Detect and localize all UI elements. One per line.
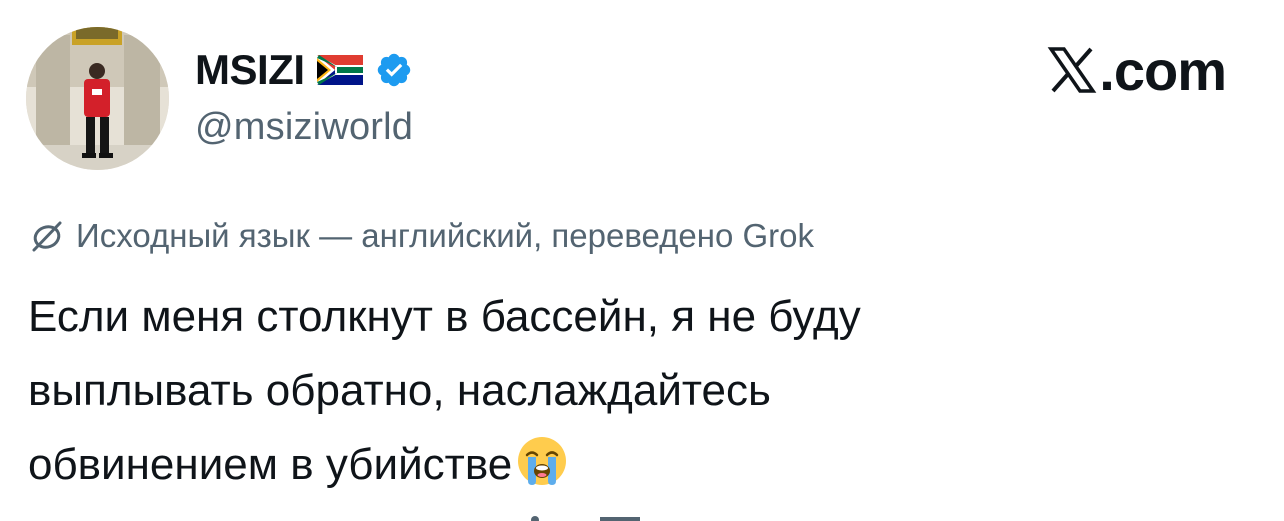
south-africa-flag-icon [316, 55, 363, 85]
author-handle[interactable]: @msiziworld [195, 106, 413, 149]
tweet-line-3-text: обвинением в убийстве [28, 440, 513, 489]
x-logo-icon [1047, 46, 1097, 94]
translate-icon [30, 219, 64, 253]
brand-domain: .com [1099, 38, 1227, 102]
brand-logo: .com [1047, 38, 1227, 102]
avatar[interactable] [26, 27, 169, 170]
tweet-text: Если меня столкнут в бассейн, я не буду … [28, 280, 1208, 502]
tweet-line-2: выплывать обратно, наслаждайтесь [28, 366, 771, 415]
author-name-row: MSIZI [195, 44, 413, 96]
tweet-line-3: обвинением в убийстве [28, 428, 1208, 502]
loudly-crying-face-icon [514, 433, 570, 489]
display-name[interactable]: MSIZI [195, 46, 305, 94]
verified-badge-icon[interactable] [375, 51, 413, 89]
tweet-line-1: Если меня столкнут в бассейн, я не буду [28, 292, 861, 341]
translation-note[interactable]: Исходный язык — английский, переведено G… [30, 214, 814, 258]
avatar-image [26, 27, 169, 170]
action-bar-partial [531, 516, 640, 521]
translation-note-text: Исходный язык — английский, переведено G… [76, 217, 815, 254]
